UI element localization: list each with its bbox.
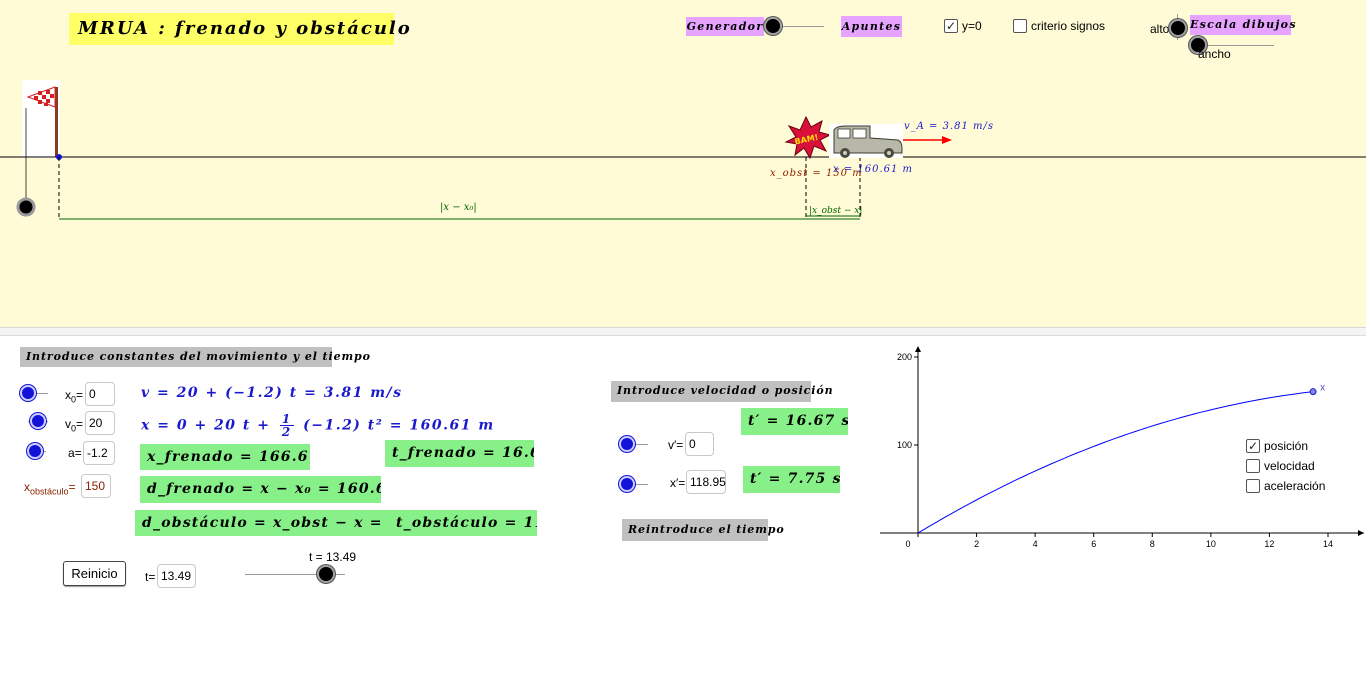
- aceleracion-checkbox[interactable]: [1246, 479, 1260, 493]
- x-tick-label: 4: [1033, 539, 1038, 549]
- x-prime-slider-knob[interactable]: [619, 476, 635, 492]
- y-tick-label: 200: [897, 352, 912, 362]
- reinicio-button[interactable]: Reinicio: [63, 561, 126, 586]
- velocity-equation: v = 20 + (−1.2) t = 3.81 m/s: [141, 385, 403, 401]
- x-prime-label: x′=: [670, 476, 686, 490]
- x-tick-label: 8: [1150, 539, 1155, 549]
- finish-flag-icon: [22, 80, 60, 158]
- t-prime-1-box: t′ = 16.67 s: [741, 408, 848, 435]
- v0-slider-knob[interactable]: [30, 413, 46, 429]
- car-icon: [829, 124, 903, 158]
- velocidad-checkbox[interactable]: [1246, 459, 1260, 473]
- xobst-label: xobstáculo=: [24, 480, 76, 497]
- motion-scene: BAM! v_A = 3.81 m/s x_obst = 150 m x = 1…: [0, 80, 1366, 220]
- posicion-checkbox[interactable]: ✓: [1246, 439, 1260, 453]
- x-tick-label: 10: [1206, 539, 1216, 549]
- criterio-signos-checkbox[interactable]: [1013, 19, 1027, 33]
- ancho-label: ancho: [1198, 47, 1231, 61]
- x0-slider-knob[interactable]: [20, 385, 36, 401]
- x-tick-label: 14: [1323, 539, 1333, 549]
- check-icon: ✓: [945, 19, 957, 33]
- page-title: MRUA : frenado y obstáculo: [69, 13, 410, 45]
- criterio-signos-label: criterio signos: [1031, 19, 1106, 33]
- v0-label: v0=: [65, 417, 84, 434]
- constants-header: Introduce constantes del movimiento y el…: [20, 347, 370, 367]
- x0-label: x0=: [65, 388, 84, 405]
- a-label: a=: [68, 446, 82, 460]
- alto-label: alto: [1150, 22, 1170, 36]
- escala-dibujos-button[interactable]: Escala dibujos: [1190, 15, 1296, 35]
- xobst-input[interactable]: 150: [81, 474, 111, 498]
- pane-divider[interactable]: [0, 328, 1366, 336]
- car-position-label: x = 160.61 m: [833, 164, 913, 175]
- distance-label: |x − x₀|: [440, 202, 477, 213]
- x-tick-label: 6: [1091, 539, 1096, 549]
- height-scale-knob: [16, 197, 36, 217]
- x-axis-arrow: [1358, 530, 1364, 536]
- d-frenado-box: d_frenado = x − x₀ = 160.61 m: [140, 476, 381, 503]
- v-prime-label: v′=: [668, 438, 684, 452]
- y-axis-arrow: [915, 346, 921, 352]
- t-prime-2-box: t′ = 7.75 s: [743, 466, 840, 493]
- aceleracion-label: aceleración: [1264, 479, 1326, 493]
- y0-checkbox[interactable]: ✓: [944, 19, 958, 33]
- alto-slider-knob[interactable]: [1169, 19, 1187, 37]
- x-prime-input[interactable]: 118.95: [686, 470, 726, 494]
- posicion-label: posición: [1264, 439, 1309, 453]
- t-slider-label: t = 13.49: [309, 550, 357, 564]
- x-tick-label: 2: [974, 539, 979, 549]
- d-obstaculo-box: d_obstáculo = x_obst − x = −10.61 m: [135, 510, 393, 536]
- t-slider-knob[interactable]: [317, 565, 335, 583]
- check-icon: ✓: [1247, 439, 1259, 453]
- velocity-arrowhead: [942, 136, 952, 144]
- a-slider-knob[interactable]: [27, 443, 43, 459]
- x0-input[interactable]: 0: [85, 382, 115, 406]
- velocity-position-header: Introduce velocidad o posición: [611, 381, 833, 402]
- obstacle-distance-label: |x_obst − x|: [809, 206, 862, 216]
- current-position-label: x: [1320, 383, 1325, 394]
- apuntes-button[interactable]: Apuntes: [841, 16, 902, 37]
- explosion-icon: BAM!: [784, 115, 832, 160]
- generador-slider-knob[interactable]: [764, 17, 782, 35]
- x-tick-label: 0: [905, 539, 910, 549]
- y0-label: y=0: [962, 19, 982, 33]
- generador-button[interactable]: Generador: [686, 17, 764, 36]
- t-obstaculo-box: t_obstáculo = 11.4 s: [389, 510, 537, 536]
- v0-input[interactable]: 20: [85, 411, 115, 435]
- velocidad-label: velocidad: [1264, 459, 1315, 473]
- x-frenado-box: x_frenado = 166.67 m: [140, 444, 310, 470]
- t-label: t=: [145, 570, 156, 584]
- t-frenado-box: t_frenado = 16.67 s: [385, 440, 534, 467]
- reintroduce-tiempo-button[interactable]: Reintroduce el tiempo: [622, 519, 784, 541]
- v-prime-input[interactable]: 0: [685, 432, 714, 456]
- velocity-label: v_A = 3.81 m/s: [904, 121, 994, 132]
- v-prime-slider-knob[interactable]: [619, 436, 635, 452]
- y-tick-label: 100: [897, 440, 912, 450]
- a-input[interactable]: -1.2: [83, 441, 115, 465]
- position-equation: x = 0 + 20 t + 1 2 (−1.2) t² = 160.61 m: [141, 412, 495, 439]
- t-input[interactable]: 13.49: [157, 564, 196, 588]
- x-tick-label: 12: [1264, 539, 1274, 549]
- current-position-point: [1309, 388, 1317, 396]
